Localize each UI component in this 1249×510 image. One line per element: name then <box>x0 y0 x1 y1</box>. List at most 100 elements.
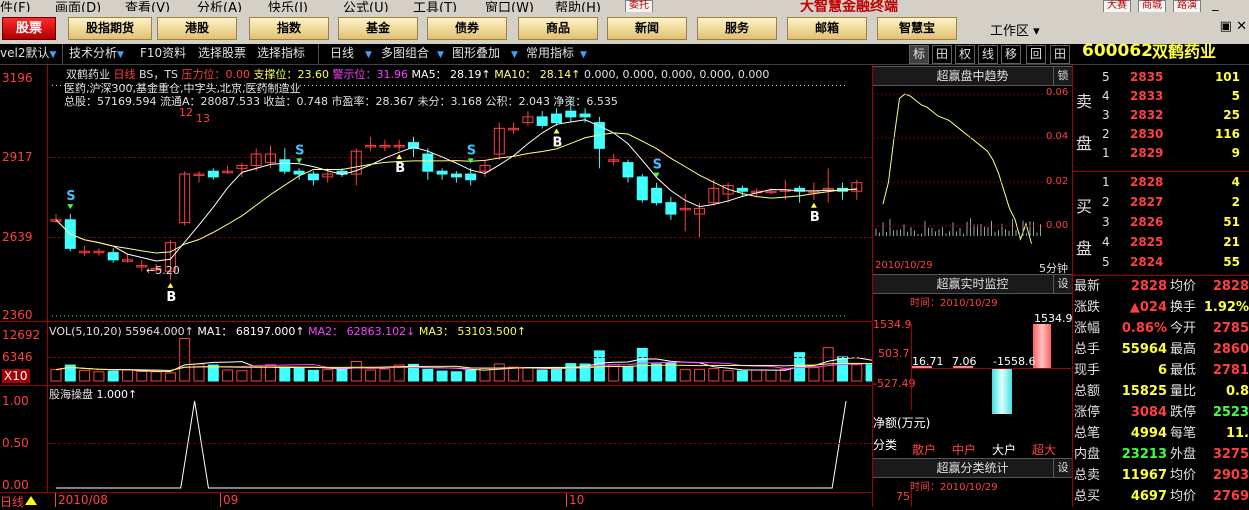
stat-label: 总买 <box>1074 486 1100 507</box>
contest-button[interactable]: 大赛 <box>1103 0 1131 12</box>
sell-level-row[interactable]: 1 2829 9 <box>1099 144 1249 162</box>
roadshow-button[interactable]: 路演 <box>1173 0 1201 12</box>
stat-label: 均价 <box>1170 276 1196 297</box>
indicator-value: 1.000↑ <box>97 388 138 401</box>
tab-layout[interactable]: 田 <box>1050 45 1070 64</box>
trend-panel-title: 超赢盘中趋势 锁 <box>873 66 1072 86</box>
volume-bar <box>337 369 347 381</box>
quote-stat-row: 涨幅 0.86% 今开 2785 <box>1073 318 1249 339</box>
tab-grid[interactable]: 田 <box>932 45 952 64</box>
super-large-value: 1534.9 <box>1034 312 1073 325</box>
volume-bar <box>609 365 619 381</box>
triangle-up-icon[interactable] <box>25 496 37 505</box>
quote-stat-row: 总买 4697 均价 2769 <box>1073 486 1249 507</box>
monitor-title: 超赢实时监控 <box>936 277 1008 291</box>
volume-bar <box>838 357 848 381</box>
vol-y-tick: 12692 <box>2 328 40 342</box>
nav-smart-treasure[interactable]: 智慧宝 <box>877 17 957 40</box>
legend-alert-label: 警示位： <box>333 68 377 81</box>
trend-chart[interactable] <box>873 86 1072 274</box>
stat-value: 2523 <box>1213 402 1249 423</box>
volume-bar <box>308 370 318 381</box>
volume: 21 <box>1223 233 1240 251</box>
level: 3 <box>1102 106 1110 124</box>
arrow-up-icon <box>811 203 817 208</box>
volume-bar <box>723 371 733 381</box>
buy-signal-label: B <box>810 210 820 225</box>
restore-icon[interactable]: ▣ <box>1220 19 1232 34</box>
mall-button[interactable]: 商城 <box>1138 0 1166 12</box>
candle <box>637 177 647 200</box>
x-label-oct: 10 <box>569 493 584 507</box>
vol-ma3-line <box>56 363 872 370</box>
quote-stat-row: 总卖 11967 均价 2903 <box>1073 465 1249 486</box>
tab-rights[interactable]: 权 <box>955 45 975 64</box>
quote-stat-row: 总额 15825 量比 0.8 <box>1073 381 1249 402</box>
arrow-up-icon <box>554 128 560 133</box>
tab-line[interactable]: 线 <box>978 45 998 64</box>
candle <box>423 154 433 171</box>
price: 2833 <box>1130 87 1163 105</box>
trend-date: 2010/10/29 <box>875 260 933 271</box>
stats-title: 超赢分类统计 <box>936 461 1008 475</box>
tab-back[interactable]: 回 <box>1026 45 1046 64</box>
category-label: 分类 <box>873 436 897 453</box>
settings-button[interactable]: 设 <box>1053 275 1072 293</box>
buy-level-row[interactable]: 5 2824 55 <box>1099 253 1249 271</box>
x-tick <box>220 493 221 507</box>
stat-value: 15825 <box>1122 381 1167 402</box>
workarea-label[interactable]: 工作区 ▾ <box>990 20 1040 39</box>
buy-signal-label: B <box>395 161 405 176</box>
stat-label: 总笔 <box>1074 423 1100 444</box>
level: 1 <box>1102 173 1110 191</box>
trend-tick: 0.04 <box>1046 131 1068 142</box>
sell-level-row[interactable]: 4 2833 5 <box>1099 87 1249 105</box>
stat-value: 0.86% <box>1122 318 1167 339</box>
sell-level-row[interactable]: 2 2830 116 <box>1099 125 1249 143</box>
x-tick <box>55 493 56 507</box>
trend-title: 超赢盘中趋势 <box>936 69 1008 83</box>
candle <box>466 174 476 180</box>
buy-level-row[interactable]: 3 2826 51 <box>1099 213 1249 231</box>
volume-bar <box>623 367 633 381</box>
volume-bar <box>766 370 776 381</box>
medium-value: 7.06 <box>952 355 977 368</box>
buy-level-row[interactable]: 2 2827 2 <box>1099 193 1249 211</box>
settings-button[interactable]: 设 <box>1053 459 1072 477</box>
lock-button[interactable]: 锁 <box>1053 67 1072 85</box>
legend-ma5: MA5： 28.19↑ <box>412 68 491 81</box>
buy-level-row[interactable]: 1 2828 4 <box>1099 173 1249 191</box>
stat-value: 3275 <box>1213 444 1249 465</box>
volume-bar <box>509 367 519 381</box>
volume-bar <box>380 369 390 381</box>
volume-bar <box>223 370 233 381</box>
buy-label-2: 盘 <box>1076 235 1092 259</box>
stat-value: 2828 <box>1213 276 1249 297</box>
stat-label: 涨停 <box>1074 402 1100 423</box>
close-icon[interactable]: ✕ <box>1236 19 1247 34</box>
tab-mark[interactable]: 标 <box>909 45 929 64</box>
quote-stat-row: 涨停 3084 跌停 2523 <box>1073 402 1249 423</box>
sell-level-row[interactable]: 5 2835 101 <box>1099 68 1249 86</box>
level: 4 <box>1102 233 1110 251</box>
window-controls: ▣ ✕ <box>1220 19 1247 34</box>
level: 5 <box>1102 253 1110 271</box>
monitor-date: 时间：2010/10/29 <box>910 294 998 309</box>
ind-y-tick: 1.00 <box>2 394 29 408</box>
volume-bar <box>695 369 705 381</box>
volume-bar <box>94 372 104 381</box>
volume-bar <box>737 371 747 381</box>
chevron-down-icon[interactable]: ▾ <box>1033 24 1040 39</box>
stat-label: 涨幅 <box>1074 318 1100 339</box>
volume: 101 <box>1215 68 1240 86</box>
x-axis: 日线 2010/08 09 10 <box>0 492 872 508</box>
sell-level-row[interactable]: 3 2832 25 <box>1099 106 1249 124</box>
tab-move[interactable]: 移 <box>1001 45 1021 64</box>
minimize-icon[interactable]: _ <box>1212 0 1219 12</box>
buy-level-row[interactable]: 4 2825 21 <box>1099 233 1249 251</box>
volume-bar <box>494 364 504 381</box>
quote-stat-row: 内盘 23213 外盘 3275 <box>1073 444 1249 465</box>
candle <box>552 114 562 123</box>
volume: 5 <box>1232 87 1240 105</box>
panel-divider <box>0 321 872 322</box>
